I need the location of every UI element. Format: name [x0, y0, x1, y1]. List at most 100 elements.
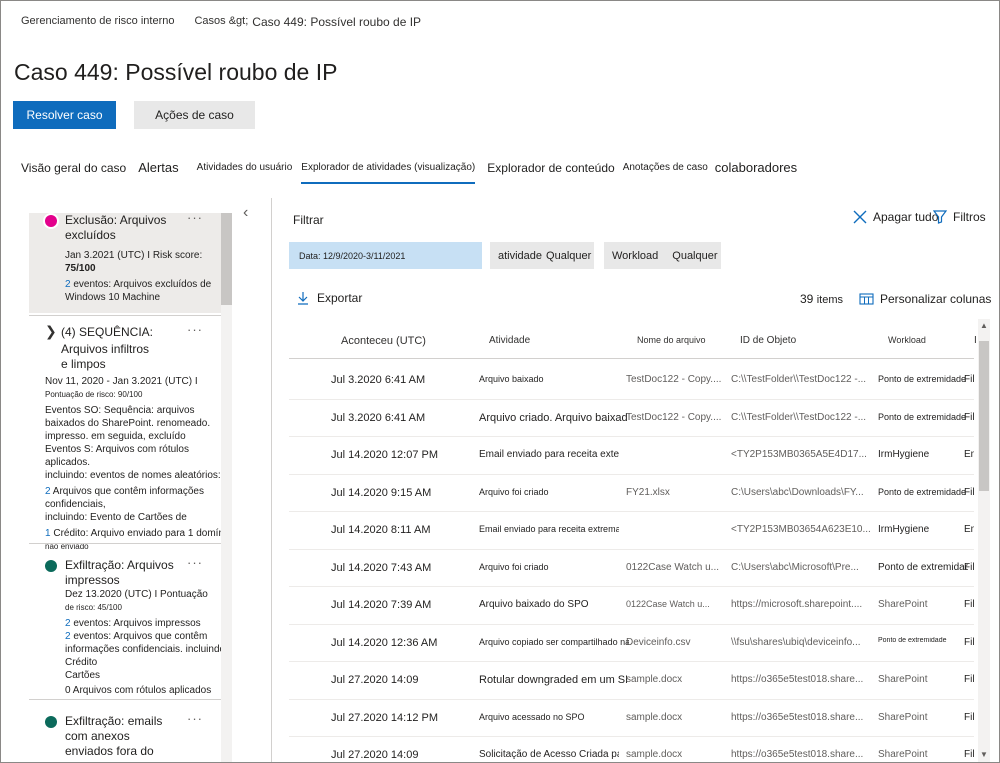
- case-tabs: Visão geral do caso Alertas Atividades d…: [21, 157, 809, 185]
- table-scrollbar[interactable]: ▲ ▼: [978, 319, 990, 762]
- table-row[interactable]: Jul 27.2020 14:12 PM Arquivo acessado no…: [289, 700, 974, 737]
- alert-item[interactable]: ··· Exfiltração: Arquivos impressos Dez …: [29, 556, 228, 696]
- alert-title-cont: e limpos: [61, 357, 106, 371]
- table-row[interactable]: Jul 27.2020 14:09 Rotular downgraded em …: [289, 662, 974, 700]
- table-header: Aconteceu (UTC) Atividade Nome do arquiv…: [289, 326, 977, 359]
- alert-list: ··· Exclusão: Arquivos excluídos Jan 3.2…: [29, 198, 239, 762]
- table-row[interactable]: Jul 14.2020 8:11 AM Email enviado para r…: [289, 512, 974, 550]
- alert-item[interactable]: ··· Exfiltração: emails com anexos envia…: [29, 712, 221, 762]
- divider: [271, 198, 272, 762]
- tab-user-activities[interactable]: Atividades do usuário: [197, 157, 293, 179]
- tab-alerts[interactable]: Alertas: [138, 157, 178, 179]
- event-count[interactable]: 2: [45, 486, 51, 497]
- event-text: Arquivos que contêm informações confiden…: [45, 486, 204, 510]
- cell-file: TestDoc122 - Copy....: [626, 411, 722, 423]
- column-header[interactable]: Nome do arquivo: [637, 335, 706, 345]
- column-header[interactable]: Aconteceu (UTC): [341, 335, 426, 347]
- customize-columns-button[interactable]: Personalizar colunas: [859, 292, 991, 306]
- close-icon: [853, 210, 867, 224]
- event-count[interactable]: 2: [65, 631, 71, 642]
- alert-title-cont: impressos: [65, 573, 120, 587]
- activity-table: Jul 3.2020 6:41 AM Arquivo baixado TestD…: [289, 362, 974, 762]
- event-count: 0: [65, 685, 71, 696]
- column-header[interactable]: I: [974, 335, 977, 346]
- divider: [29, 315, 221, 316]
- cell-activity: Arquivo foi criado: [479, 561, 549, 572]
- scrollbar-thumb[interactable]: [221, 213, 232, 305]
- table-row[interactable]: Jul 14.2020 9:15 AM Arquivo foi criado F…: [289, 475, 974, 512]
- table-row[interactable]: Jul 27.2020 14:09 Solicitação de Acesso …: [289, 737, 974, 762]
- activity-filter-value: Qualquer: [546, 249, 592, 262]
- case-actions-button[interactable]: Ações de caso: [134, 101, 255, 129]
- clear-all-button[interactable]: Apagar tudo: [853, 210, 938, 224]
- cell-object: \\fsu\shares\ubiq\deviceinfo...: [731, 636, 861, 648]
- cell-extra: File: [964, 711, 974, 723]
- cell-workload: SharePoint: [878, 749, 928, 760]
- cell-workload: SharePoint: [878, 674, 928, 685]
- breadcrumb-root[interactable]: Gerenciamento de risco interno: [21, 15, 174, 29]
- column-header[interactable]: Atividade: [489, 335, 530, 346]
- event-count[interactable]: 2: [65, 279, 71, 290]
- activity-filter-key: atividade: [498, 249, 543, 262]
- resolve-case-button[interactable]: Resolver caso: [13, 101, 116, 129]
- alert-detail: incluindo: eventos de nomes aleatórios:: [45, 470, 221, 481]
- alert-detail: impresso. em seguida, excluído: [45, 431, 186, 442]
- table-row[interactable]: Jul 14.2020 12:36 AM Arquivo copiado ser…: [289, 625, 974, 662]
- alert-detail: não enviado: [45, 542, 89, 551]
- breadcrumb-current: Caso 449: Possível roubo de IP: [252, 15, 422, 29]
- event-text: eventos: Arquivos que contêm: [73, 631, 208, 642]
- table-row[interactable]: Jul 14.2020 7:39 AM Arquivo baixado do S…: [289, 587, 974, 625]
- scrollbar-thumb[interactable]: [979, 341, 989, 491]
- tab-case-notes[interactable]: Anotações de caso: [623, 157, 708, 179]
- table-row[interactable]: Jul 14.2020 12:07 PM Email enviado para …: [289, 437, 974, 475]
- event-count[interactable]: 2: [65, 618, 71, 629]
- alert-item[interactable]: ❯ ··· (4) SEQUÊNCIA: Arquivos infiltros …: [29, 323, 232, 551]
- alert-title: (4) SEQUÊNCIA:: [61, 325, 154, 339]
- cell-when: Jul 14.2020 12:07 PM: [331, 449, 439, 461]
- alert-events: 2 eventos: Arquivos excluídos de: [65, 278, 215, 291]
- event-text: Crédito: Arquivo enviado para 1 domínio: [53, 528, 232, 539]
- expand-chevron-icon[interactable]: ❯: [45, 324, 57, 338]
- table-row[interactable]: Jul 3.2020 6:41 AM Arquivo criado. Arqui…: [289, 400, 974, 437]
- cell-when: Jul 3.2020 6:41 AM: [331, 374, 426, 386]
- cell-file: Deviceinfo.csv: [626, 636, 691, 648]
- alert-list-scrollbar[interactable]: [221, 213, 232, 762]
- table-row[interactable]: Jul 14.2020 7:43 AM Arquivo foi criado 0…: [289, 550, 974, 587]
- tab-contributors[interactable]: colaboradores: [715, 157, 797, 179]
- cell-object: C:\Users\abc\Microsoft\Pre...: [731, 561, 859, 573]
- scroll-down-icon[interactable]: ▼: [978, 750, 990, 762]
- cell-extra: Em: [964, 524, 974, 535]
- tab-activity-explorer[interactable]: Explorador de atividades (visualização): [301, 157, 475, 184]
- scroll-up-icon[interactable]: ▲: [978, 321, 990, 333]
- column-header[interactable]: ID de Objeto: [740, 335, 796, 346]
- activity-filter-chip[interactable]: atividade Qualquer: [490, 242, 594, 269]
- column-header[interactable]: Workload: [888, 335, 926, 345]
- breadcrumb-cases[interactable]: Casos &gt;: [194, 15, 248, 29]
- filters-button[interactable]: Filtros: [933, 210, 986, 224]
- alert-detail: Eventos SO: Sequência: arquivos: [45, 405, 195, 416]
- collapse-panel-chevron-icon[interactable]: ‹: [243, 204, 248, 222]
- export-label: Exportar: [317, 291, 363, 305]
- workload-filter-chip[interactable]: Workload Qualquer: [604, 242, 721, 269]
- cell-activity: Arquivo criado. Arquivo baixado: [479, 411, 627, 424]
- alert-detail: 0 Arquivos com rótulos aplicados: [65, 684, 239, 697]
- alert-item[interactable]: ··· Exclusão: Arquivos excluídos Jan 3.2…: [29, 211, 221, 313]
- table-row[interactable]: Jul 3.2020 6:41 AM Arquivo baixado TestD…: [289, 362, 974, 400]
- tab-content-explorer[interactable]: Explorador de conteúdo: [487, 157, 614, 179]
- date-filter-chip[interactable]: Data: 12/9/2020-3/11/2021: [289, 242, 482, 269]
- tab-case-overview[interactable]: Visão geral do caso: [21, 157, 126, 179]
- clear-all-label: Apagar tudo: [873, 210, 939, 224]
- event-text: eventos: Arquivos excluídos de: [73, 279, 212, 290]
- alert-detail: Eventos S: Arquivos com rótulos aplicado…: [45, 444, 189, 468]
- filter-icon: [933, 210, 947, 224]
- alert-events-cont: Windows 10 Machine: [65, 292, 161, 303]
- alert-date: Nov 11, 2020 - Jan 3.2021 (UTC) I: [45, 376, 198, 387]
- items-count-label: items: [816, 294, 843, 306]
- cell-object: <TY2P153MB0365A5E4D17...: [731, 449, 867, 460]
- export-button[interactable]: Exportar: [297, 291, 362, 305]
- cell-when: Jul 14.2020 9:15 AM: [331, 486, 432, 499]
- divider: [29, 699, 221, 700]
- event-count[interactable]: 1: [45, 528, 51, 539]
- cell-file: sample.docx: [626, 749, 683, 760]
- cell-workload: Ponto de extremidade: [878, 636, 947, 644]
